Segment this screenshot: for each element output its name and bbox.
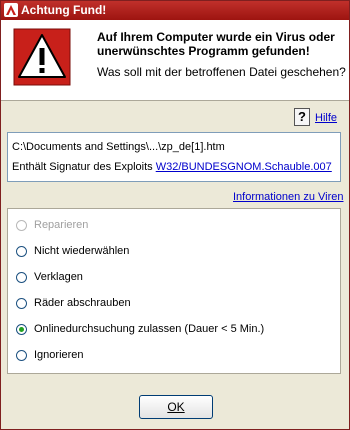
help-link[interactable]: Hilfe [315, 112, 337, 124]
radio-button[interactable] [16, 219, 27, 231]
option-onlinedurchsuchung[interactable]: Onlinedurchsuchung zulassen (Dauer < 5 M… [16, 321, 264, 337]
option-label: Verklagen [34, 271, 83, 283]
help-book-icon[interactable]: ? [294, 108, 310, 126]
alert-question: Was soll mit der betroffenen Datei gesch… [97, 65, 346, 79]
option-verklagen[interactable]: Verklagen [16, 269, 83, 285]
radio-button-selected[interactable] [16, 323, 27, 335]
option-label: Reparieren [34, 219, 89, 231]
option-label: Nicht wiederwählen [34, 245, 130, 257]
option-nicht-wiederwaehlen[interactable]: Nicht wiederwählen [16, 243, 129, 259]
radio-button[interactable] [16, 349, 27, 361]
title-bar[interactable]: Achtung Fund! [1, 1, 349, 20]
radio-button[interactable] [16, 271, 27, 283]
option-ignorieren[interactable]: Ignorieren [16, 347, 84, 363]
option-reparieren[interactable]: Reparieren [16, 217, 88, 233]
action-options: Reparieren Nicht wiederwählen Verklagen … [7, 208, 341, 374]
radio-button[interactable] [16, 297, 27, 309]
antivirus-logo-icon [4, 3, 18, 17]
option-label: Ignorieren [34, 349, 84, 361]
radio-button[interactable] [16, 245, 27, 257]
signature-line: Enthält Signatur des Exploits W32/BUNDES… [12, 161, 332, 173]
alert-header: Auf Ihrem Computer wurde ein Virus oder … [1, 20, 349, 101]
signature-prefix: Enthält Signatur des Exploits [12, 161, 156, 173]
virus-alert-dialog: Achtung Fund! Auf Ihrem Computer wurde e… [0, 0, 350, 430]
ok-button[interactable]: OK [139, 395, 213, 419]
window-title: Achtung Fund! [21, 3, 107, 17]
signature-link[interactable]: W32/BUNDESGNOM.Schauble.007 [156, 161, 332, 173]
warning-icon [13, 28, 71, 86]
option-label: Onlinedurchsuchung zulassen (Dauer < 5 M… [34, 323, 265, 335]
option-raeder-abschrauben[interactable]: Räder abschrauben [16, 295, 131, 311]
option-label: Räder abschrauben [34, 297, 131, 309]
infected-file-path: C:\Documents and Settings\...\zp_de[1].h… [12, 141, 225, 153]
alert-heading: Auf Ihrem Computer wurde ein Virus oder … [97, 30, 335, 58]
detection-details: C:\Documents and Settings\...\zp_de[1].h… [7, 132, 341, 182]
virus-info-link[interactable]: Informationen zu Viren [233, 191, 343, 203]
